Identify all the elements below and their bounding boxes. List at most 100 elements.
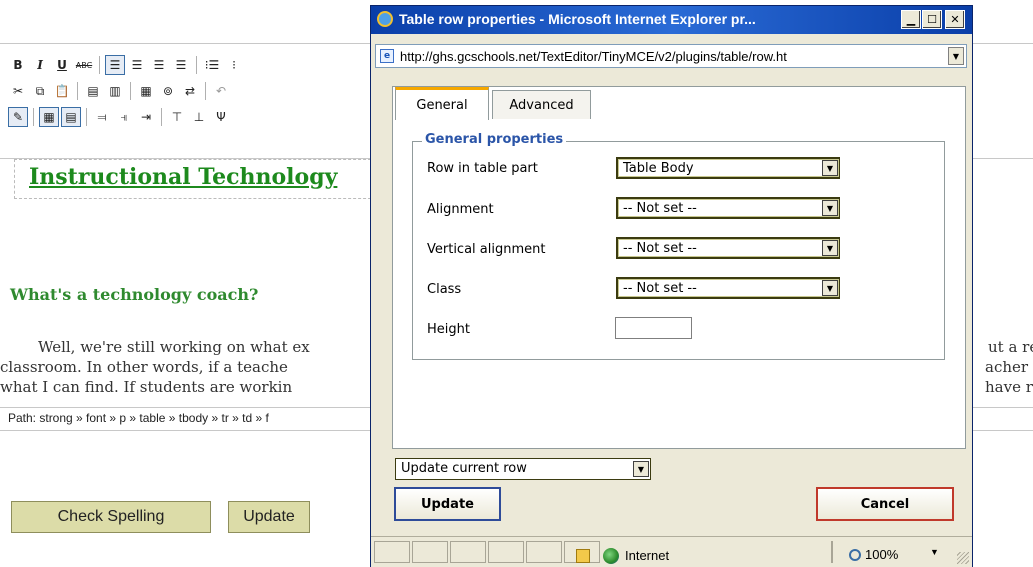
align-right-button[interactable]: ☰ (149, 55, 169, 75)
dialog-update-button[interactable]: Update (394, 487, 501, 521)
bold-button[interactable]: B (8, 55, 28, 75)
alignment-select[interactable]: -- Not set -- ▼ (616, 197, 840, 219)
toolbar-separator (161, 108, 162, 126)
insert-table-button[interactable]: ▦ (39, 107, 59, 127)
toolbar-separator (86, 108, 87, 126)
update-action-select[interactable]: Update current row ▼ (395, 458, 651, 480)
vertical-alignment-label: Vertical alignment (427, 242, 546, 257)
vertical-alignment-value: -- Not set -- (623, 241, 697, 256)
close-window-button[interactable]: ✕ (945, 10, 965, 29)
clipboard-icon: 📋 (54, 84, 70, 98)
table-row-icon: ▤ (65, 110, 77, 124)
replace-icon: ⇄ (184, 84, 196, 98)
zoom-dropdown-icon[interactable]: ▼ (930, 547, 939, 557)
toolbar-separator (33, 108, 34, 126)
zoom-icon (849, 549, 861, 561)
underline-button[interactable]: U (52, 55, 72, 75)
row-after-button[interactable]: ⫣ (114, 107, 134, 127)
ie-logo-icon (377, 11, 393, 27)
fieldset-legend: General properties (422, 132, 567, 147)
status-cell (488, 541, 524, 563)
row-after-icon: ⫣ (120, 109, 128, 124)
document-heading: What's a technology coach? (10, 285, 259, 304)
scissors-icon: ✂ (12, 84, 24, 98)
editor-toolbar-row-3: ✎ ▦ ▤ ⫤ ⫣ ⇥ ⊤ ⊥ Ψ (8, 106, 231, 128)
document-title: Instructional Technology (29, 164, 338, 190)
row-in-table-part-select[interactable]: Table Body ▼ (616, 157, 840, 179)
title-table-cell: Instructional Technology (14, 159, 396, 199)
row-before-button[interactable]: ⫤ (92, 107, 112, 127)
status-cell (450, 541, 486, 563)
row-before-icon: ⫤ (97, 109, 107, 124)
toolbar-separator (77, 82, 78, 100)
editor-toolbar-row-2: ✂ ⧉ 📋 ▤ ▥ ▦ ⊚ ⇄ ↶ (8, 80, 231, 102)
paragraph-line-2-right: acher (985, 358, 1029, 376)
paragraph-line-3-right: have r (985, 378, 1033, 396)
update-action-value: Update current row (401, 461, 527, 476)
paragraph-line-1-right: ut a re (988, 338, 1033, 356)
align-justify-button[interactable]: ☰ (171, 55, 191, 75)
minimize-button[interactable]: ▁ (901, 10, 921, 29)
height-label: Height (427, 322, 470, 337)
replace-button[interactable]: ⇄ (180, 81, 200, 101)
edit-css-button[interactable]: ✎ (8, 107, 28, 127)
align-left-button[interactable]: ☰ (105, 55, 125, 75)
bullet-list-button[interactable]: ⁝☰ (202, 55, 222, 75)
zoom-level[interactable]: 100% (865, 547, 898, 562)
paragraph-line-2-left: classroom. In other words, if a teache (0, 358, 288, 376)
window-titlebar[interactable]: Table row properties - Microsoft Interne… (371, 6, 972, 34)
table-row-properties-window: Table row properties - Microsoft Interne… (370, 5, 973, 567)
select-all-icon: ▦ (140, 84, 152, 98)
resize-grip-icon[interactable] (957, 552, 969, 564)
paste-text-icon: ▤ (87, 84, 99, 98)
delete-col-icon: Ψ (216, 110, 226, 124)
copy-button[interactable]: ⧉ (30, 81, 50, 101)
update-page-button[interactable]: Update (228, 501, 310, 533)
window-title: Table row properties - Microsoft Interne… (399, 11, 756, 27)
col-before-button[interactable]: ⊤ (167, 107, 187, 127)
address-bar[interactable]: e http://ghs.gcschools.net/TextEditor/Ti… (375, 44, 967, 68)
undo-button[interactable]: ↶ (211, 81, 231, 101)
vertical-alignment-select[interactable]: -- Not set -- ▼ (616, 237, 840, 259)
paste-word-button[interactable]: ▥ (105, 81, 125, 101)
numbered-list-button[interactable]: ⁝ (224, 55, 244, 75)
delete-col-button[interactable]: Ψ (211, 107, 231, 127)
class-value: -- Not set -- (623, 281, 697, 296)
chevron-down-icon: ▼ (633, 461, 649, 477)
paste-text-button[interactable]: ▤ (83, 81, 103, 101)
height-input[interactable] (615, 317, 692, 339)
chevron-down-icon: ▼ (822, 240, 838, 256)
security-zone-label: Internet (625, 548, 670, 563)
delete-row-icon: ⇥ (140, 110, 152, 124)
select-all-button[interactable]: ▦ (136, 81, 156, 101)
paragraph-line-3-left: what I can find. If students are workin (0, 378, 293, 396)
tab-general[interactable]: General (395, 87, 489, 120)
minimize-icon: ▁ (906, 13, 916, 26)
italic-button[interactable]: I (30, 55, 50, 75)
paragraph-line-1-left: Well, we're still working on what ex (38, 338, 310, 356)
align-center-button[interactable]: ☰ (127, 55, 147, 75)
address-dropdown-button[interactable]: ▼ (948, 47, 964, 65)
table-row-props-button[interactable]: ▤ (61, 107, 81, 127)
strikethrough-button[interactable]: ABC (74, 55, 94, 75)
col-after-button[interactable]: ⊥ (189, 107, 209, 127)
class-label: Class (427, 282, 462, 297)
security-icon (576, 549, 590, 563)
copy-icon: ⧉ (35, 83, 45, 98)
row-in-table-part-value: Table Body (623, 161, 694, 176)
check-spelling-button[interactable]: Check Spelling (11, 501, 211, 533)
row-in-table-part-label: Row in table part (427, 161, 538, 176)
toolbar-separator (196, 56, 197, 74)
class-select[interactable]: -- Not set -- ▼ (616, 277, 840, 299)
col-after-icon: ⊥ (193, 110, 205, 124)
dialog-cancel-button[interactable]: Cancel (816, 487, 954, 521)
toolbar-separator (205, 82, 206, 100)
paste-button[interactable]: 📋 (52, 81, 72, 101)
delete-row-button[interactable]: ⇥ (136, 107, 156, 127)
status-cell (374, 541, 410, 563)
find-button[interactable]: ⊚ (158, 81, 178, 101)
chevron-down-icon: ▼ (822, 280, 838, 296)
cut-button[interactable]: ✂ (8, 81, 28, 101)
maximize-button[interactable]: ☐ (922, 10, 942, 29)
tab-advanced[interactable]: Advanced (492, 90, 591, 119)
